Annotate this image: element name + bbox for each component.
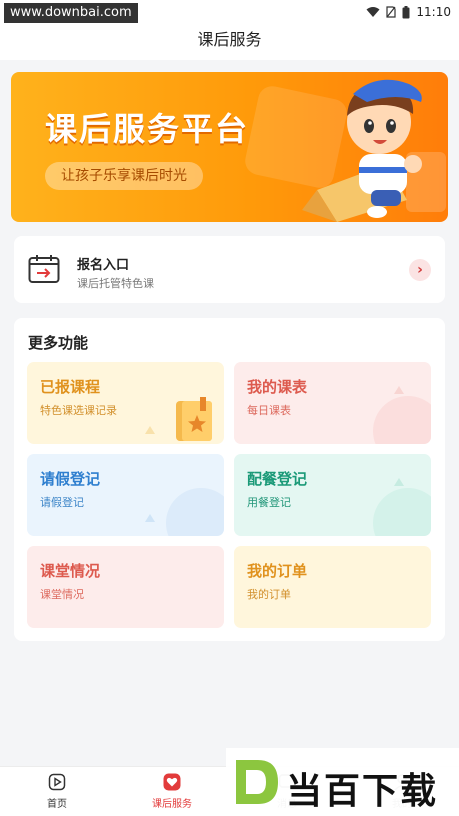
banner-subtitle: 让孩子乐享课后时光 (45, 162, 203, 190)
decor-triangle (145, 514, 155, 522)
card-class-status[interactable]: 课堂情况 课堂情况 (27, 546, 224, 628)
decor-circle (166, 488, 224, 536)
battery-icon (402, 5, 410, 18)
tab-after-school[interactable]: 课后服务 (142, 773, 202, 810)
mascot-boy-illustration (302, 79, 422, 222)
tab-label: 课后服务 (152, 799, 192, 810)
no-sim-icon (386, 6, 397, 18)
page-title: 课后服务 (197, 30, 262, 49)
status-bar: www.downbai.com 11:10 (0, 0, 459, 24)
card-enrolled-courses[interactable]: 已报课程 特色课选课记录 (27, 362, 224, 444)
tab-label: 首页 (47, 799, 67, 810)
status-icons: 11:10 (366, 3, 451, 21)
card-subtitle: 每日课表 (247, 404, 291, 417)
download-site-watermark: 当百下载 (226, 748, 459, 816)
chevron-right-icon[interactable]: › (409, 259, 431, 281)
card-title: 我的订单 (247, 562, 308, 580)
card-title: 请假登记 (40, 470, 101, 488)
card-subtitle: 请假登记 (40, 496, 84, 509)
calendar-icon (28, 255, 60, 283)
signup-entry[interactable]: 报名入口 课后托管特色课 › (14, 236, 445, 303)
card-title: 已报课程 (40, 378, 101, 396)
more-functions-panel: 更多功能 已报课程 特色课选课记录 我的课表 每日课表 请假登记 请假登记 配餐… (14, 318, 445, 641)
tab-home[interactable]: 首页 (27, 773, 87, 810)
home-play-icon (48, 773, 66, 791)
decor-triangle (145, 426, 155, 434)
status-time: 11:10 (416, 5, 451, 19)
decor-triangle (394, 478, 404, 486)
watermark-text: 当百下载 (286, 771, 439, 812)
promo-banner[interactable]: 课后服务平台 让孩子乐享课后时光 (11, 72, 448, 222)
card-subtitle: 课堂情况 (40, 588, 84, 601)
decor-circle (373, 396, 431, 444)
section-title: 更多功能 (28, 334, 89, 352)
book-star-icon (176, 397, 212, 441)
card-title: 我的课表 (247, 378, 308, 396)
banner-title: 课后服务平台 (45, 110, 250, 148)
card-meal-registration[interactable]: 配餐登记 用餐登记 (234, 454, 431, 536)
watermark-logo-icon (236, 760, 278, 804)
card-title: 配餐登记 (247, 470, 308, 488)
signup-subtitle: 课后托管特色课 (77, 277, 154, 290)
decor-triangle (394, 386, 404, 394)
signup-title: 报名入口 (77, 258, 130, 273)
card-subtitle: 我的订单 (247, 588, 291, 601)
card-subtitle: 用餐登记 (247, 496, 291, 509)
card-title: 课堂情况 (40, 562, 101, 580)
site-watermark: www.downbai.com (4, 3, 138, 23)
card-my-orders[interactable]: 我的订单 我的订单 (234, 546, 431, 628)
heart-icon (163, 773, 181, 791)
card-leave-registration[interactable]: 请假登记 请假登记 (27, 454, 224, 536)
title-bar: 课后服务 (0, 24, 459, 60)
card-my-schedule[interactable]: 我的课表 每日课表 (234, 362, 431, 444)
wifi-icon (366, 7, 380, 17)
card-subtitle: 特色课选课记录 (40, 404, 117, 417)
decor-circle (373, 488, 431, 536)
